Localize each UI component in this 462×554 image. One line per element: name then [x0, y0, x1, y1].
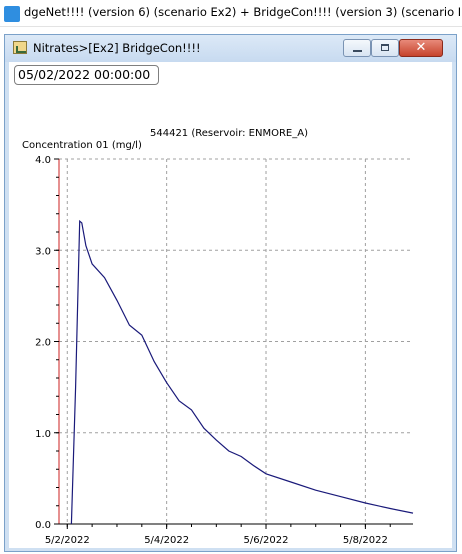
y-tick-label: 1.0: [35, 429, 51, 440]
window-title: Nitrates>[Ex2] BridgeCon!!!!: [33, 41, 201, 55]
close-icon: ✕: [415, 40, 427, 55]
y-tick-label: 4.0: [35, 155, 51, 166]
y-axis-label: Concentration 01 (mg/l): [22, 140, 142, 151]
x-tick-label: 5/6/2022: [244, 535, 289, 546]
series-line: [70, 219, 414, 525]
app-icon: [4, 6, 20, 22]
x-tick-label: 5/8/2022: [343, 535, 388, 546]
x-tick-label: 5/2/2022: [45, 535, 90, 546]
close-button[interactable]: ✕: [399, 39, 443, 57]
ticks: 0.0 1.0 2.0 3.0 4.0 5/2/2022 5/4/2022 5/6/2022 5…: [35, 155, 391, 546]
grid: [59, 158, 413, 524]
chart-area: 05/02/2022 00:00:00 544421 (Reservoir: E…: [9, 62, 452, 548]
maximize-button[interactable]: [371, 39, 399, 57]
y-tick-label: 3.0: [35, 246, 51, 257]
series: [70, 219, 414, 525]
app-titlebar: dgeNet!!!! (version 6) (scenario Ex2) + …: [0, 0, 462, 27]
app-title: dgeNet!!!! (version 6) (scenario Ex2) + …: [24, 5, 460, 19]
chart-window: Nitrates>[Ex2] BridgeCon!!!! ✕ 05/02/202…: [4, 34, 457, 552]
y-tick-label: 0.0: [35, 520, 51, 531]
y-tick-label: 2.0: [35, 338, 51, 349]
chart: 544421 (Reservoir: ENMORE_A) Concentrati…: [22, 128, 414, 546]
minimize-button[interactable]: [343, 39, 371, 57]
chart-title: 544421 (Reservoir: ENMORE_A): [150, 128, 308, 139]
x-tick-label: 5/4/2022: [144, 535, 189, 546]
chart-window-icon: [13, 41, 27, 54]
window-titlebar[interactable]: Nitrates>[Ex2] BridgeCon!!!! ✕: [5, 35, 456, 62]
